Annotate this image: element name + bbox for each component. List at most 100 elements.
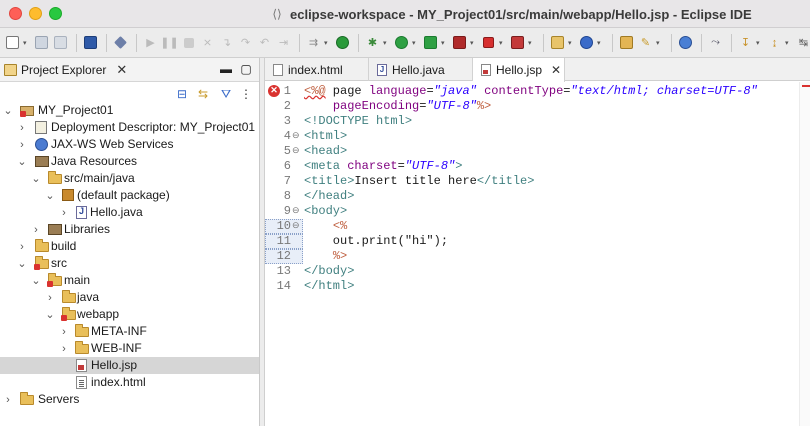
chevron-down-icon[interactable]: ⌄ (31, 173, 41, 185)
link-with-editor-icon[interactable]: ⇆ (195, 86, 211, 102)
new-icon[interactable] (4, 34, 21, 51)
tab-hello-java[interactable]: J Hello.java (369, 58, 473, 81)
chevron-right-icon[interactable]: › (59, 326, 69, 338)
chevron-down-icon[interactable]: ▾ (470, 39, 476, 47)
code-line[interactable]: 14 </html> (265, 279, 795, 294)
code-line[interactable]: 3 <!DOCTYPE html> (265, 114, 795, 129)
save-icon[interactable] (33, 34, 50, 51)
stop-icon[interactable] (480, 34, 497, 51)
tree-item-java-resources[interactable]: ⌄ Java Resources (0, 153, 259, 170)
spring-boot-icon[interactable] (334, 34, 351, 51)
code-line[interactable]: ✕ 1 <%@ page language="java" contentType="… (265, 84, 795, 99)
tab-hello-jsp[interactable]: Hello.jsp ✕ (473, 58, 565, 82)
chevron-down-icon[interactable]: ▾ (785, 39, 791, 47)
close-window-button[interactable] (9, 7, 22, 20)
code-line[interactable]: 11 out.print("hi"); (265, 234, 795, 249)
tree-item-hello-jsp[interactable]: Hello.jsp (0, 357, 259, 374)
chevron-down-icon[interactable]: ▾ (499, 39, 505, 47)
code-line[interactable]: 10 ⊖ <% (265, 219, 795, 234)
next-annotation-icon[interactable]: ⤳ (707, 34, 724, 51)
chevron-down-icon[interactable]: ⌄ (31, 275, 41, 287)
code-line[interactable]: 9 ⊖ <body> (265, 204, 795, 219)
tree-item-hello-java[interactable]: › Hello.java (0, 204, 259, 221)
chevron-down-icon[interactable]: ▾ (568, 39, 574, 47)
tree-item-src[interactable]: ⌄ src (0, 255, 259, 272)
code-line[interactable]: 13 </body> (265, 264, 795, 279)
new-package-icon[interactable] (549, 34, 566, 51)
resume-icon[interactable]: ▶ (142, 34, 159, 51)
tree-item-meta-inf[interactable]: › META-INF (0, 323, 259, 340)
chevron-down-icon[interactable]: ▾ (528, 39, 534, 47)
step-into-icon[interactable]: ↴ (218, 34, 235, 51)
coverage-icon[interactable] (422, 34, 439, 51)
minimize-icon[interactable]: ▬ (218, 61, 234, 77)
tree-item-webapp[interactable]: ⌄ webapp (0, 306, 259, 323)
chevron-down-icon[interactable]: ⌄ (45, 309, 55, 321)
tree-item-default-package[interactable]: ⌄ (default package) (0, 187, 259, 204)
error-marker[interactable] (802, 85, 810, 87)
open-type-icon[interactable] (618, 34, 635, 51)
fold-icon[interactable]: ⊖ (292, 144, 302, 159)
run-icon[interactable] (393, 34, 410, 51)
chevron-down-icon[interactable]: ⌄ (45, 190, 55, 202)
chevron-down-icon[interactable]: ▾ (756, 39, 762, 47)
tree-item-libraries[interactable]: › Libraries (0, 221, 259, 238)
tree-item-src-main-java[interactable]: ⌄ src/main/java (0, 170, 259, 187)
tree-item-build[interactable]: › build (0, 238, 259, 255)
debug-icon[interactable]: ✱ (364, 34, 381, 51)
back-icon[interactable]: ↧ (737, 34, 754, 51)
save-all-icon[interactable] (52, 34, 69, 51)
fold-icon[interactable]: ⊖ (292, 204, 302, 219)
chevron-right-icon[interactable]: › (59, 343, 69, 355)
tree-item-jax-ws[interactable]: › JAX-WS Web Services (0, 136, 259, 153)
disconnect-icon[interactable]: ⨯ (199, 34, 216, 51)
terminal-icon[interactable] (82, 34, 99, 51)
step-over-icon[interactable]: ↷ (237, 34, 254, 51)
chevron-right-icon[interactable]: › (17, 122, 27, 134)
tree-item-java[interactable]: › java (0, 289, 259, 306)
step-return-icon[interactable]: ↶ (256, 34, 273, 51)
maximize-icon[interactable]: ▢ (238, 61, 254, 77)
tab-project-explorer[interactable]: Project Explorer ✕ (0, 58, 127, 82)
code-line[interactable]: 6 <meta charset="UTF-8"> (265, 159, 795, 174)
tree-item-my-project01[interactable]: ⌄ MY_Project01 (0, 102, 259, 119)
suspend-icon[interactable]: ❚❚ (160, 34, 178, 51)
chevron-down-icon[interactable]: ▾ (383, 39, 389, 47)
chevron-down-icon[interactable]: ▾ (412, 39, 418, 47)
server-icon[interactable] (509, 34, 526, 51)
minimize-window-button[interactable] (29, 7, 42, 20)
chevron-down-icon[interactable]: ▾ (324, 39, 330, 47)
chevron-right-icon[interactable]: › (3, 394, 13, 406)
maximize-window-button[interactable] (49, 7, 62, 20)
tree-item-web-inf[interactable]: › WEB-INF (0, 340, 259, 357)
run-external-icon[interactable] (451, 34, 468, 51)
code-line[interactable]: 4 ⊖ <html> (265, 129, 795, 144)
close-icon[interactable]: ✕ (116, 62, 127, 78)
tree-item-main[interactable]: ⌄ main (0, 272, 259, 289)
chevron-down-icon[interactable]: ⌄ (3, 105, 13, 117)
globe-icon[interactable] (677, 34, 694, 51)
chevron-right-icon[interactable]: › (59, 207, 69, 219)
chevron-down-icon[interactable]: ▾ (441, 39, 447, 47)
code-line[interactable]: 7 <title>Insert title here</title> (265, 174, 795, 189)
chevron-down-icon[interactable]: ▾ (597, 39, 603, 47)
chevron-right-icon[interactable]: › (17, 241, 27, 253)
tree-item-index-html[interactable]: index.html (0, 374, 259, 391)
chevron-right-icon[interactable]: › (31, 224, 41, 236)
overview-ruler[interactable] (799, 82, 810, 426)
code-line[interactable]: 12 %> (265, 249, 795, 264)
fold-icon[interactable]: ⊖ (292, 219, 302, 234)
terminate-icon[interactable] (180, 34, 197, 51)
forward-icon[interactable]: ↨ (766, 34, 783, 51)
code-editor[interactable]: ✕ 1 <%@ page language="java" contentType="… (265, 82, 810, 426)
code-line[interactable]: 5 ⊖ <head> (265, 144, 795, 159)
view-menu-icon[interactable]: ⋮ (238, 86, 254, 102)
close-icon[interactable]: ✕ (551, 63, 561, 77)
more-icon[interactable]: ↹ (795, 34, 810, 51)
drop-to-frame-icon[interactable]: ⇥ (275, 34, 292, 51)
chevron-right-icon[interactable]: › (17, 139, 27, 151)
chevron-down-icon[interactable]: ⌄ (17, 258, 27, 270)
collapse-all-icon[interactable]: ⊟ (174, 86, 190, 102)
new-class-icon[interactable] (578, 34, 595, 51)
code-line[interactable]: 2 pageEncoding="UTF-8"%> (265, 99, 795, 114)
